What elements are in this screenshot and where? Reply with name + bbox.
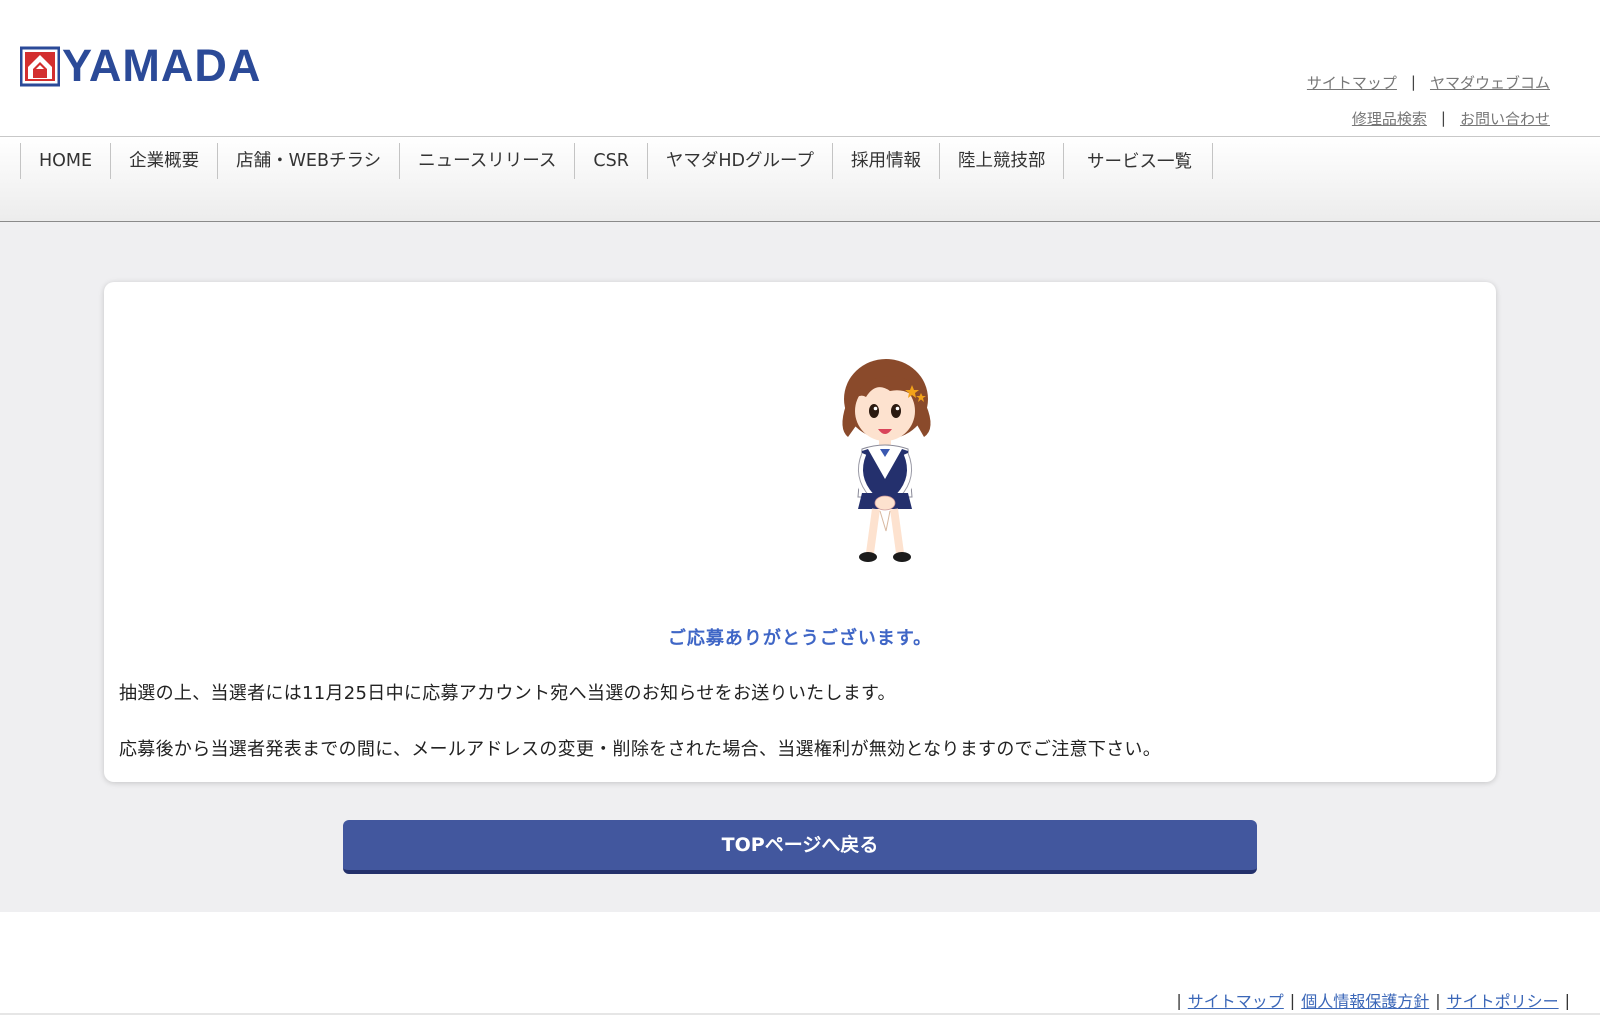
footer-site-policy-link[interactable]: サイトポリシー	[1447, 988, 1559, 1012]
nav-item-csr[interactable]: CSR	[574, 143, 647, 179]
repair-search-link[interactable]: 修理品検索	[1352, 108, 1427, 129]
separator: |	[1435, 990, 1441, 1010]
separator: |	[1564, 990, 1570, 1010]
global-nav: HOME 企業概要 店舗・WEBチラシ ニュースリリース CSR ヤマダHDグル…	[0, 136, 1600, 222]
sitemap-link[interactable]: サイトマップ	[1307, 72, 1397, 93]
nav-item-news-release[interactable]: ニュースリリース	[399, 143, 574, 179]
footer-privacy-policy-link[interactable]: 個人情報保護方針	[1301, 988, 1429, 1012]
nav-item-company[interactable]: 企業概要	[110, 143, 217, 179]
header-links: サイトマップ | ヤマダウェブコム 修理品検索 | お問い合わせ	[1307, 64, 1550, 136]
yamada-webcom-link[interactable]: ヤマダウェブコム	[1430, 72, 1550, 93]
footer-links: | サイトマップ | 個人情報保護方針 | サイトポリシー |	[1176, 988, 1570, 1012]
email-change-warning-text: 応募後から当選者発表までの間に、メールアドレスの変更・削除をされた場合、当選権利…	[119, 739, 1162, 760]
header-links-row-1: サイトマップ | ヤマダウェブコム	[1307, 64, 1550, 100]
site-header: YAMADA サイトマップ | ヤマダウェブコム 修理品検索 | お問い合わせ	[0, 0, 1600, 136]
yamada-house-icon	[20, 46, 60, 87]
nav-item-stores-flyers[interactable]: 店舗・WEBチラシ	[217, 143, 399, 179]
nav-item-athletics[interactable]: 陸上競技部	[938, 143, 1064, 179]
nav-items: HOME 企業概要 店舗・WEBチラシ ニュースリリース CSR ヤマダHDグル…	[20, 143, 1214, 179]
main-content: ご応募ありがとうございます。 抽選の上、当選者には11月25日中に応募アカウント…	[0, 222, 1600, 912]
mascot-girl-illustration	[842, 359, 931, 562]
back-to-top-button[interactable]: TOPページへ戻る	[343, 820, 1257, 874]
logo-text: YAMADA	[62, 40, 262, 91]
nav-item-hd-group[interactable]: ヤマダHDグループ	[646, 143, 832, 179]
lottery-notice-text: 抽選の上、当選者には11月25日中に応募アカウント宛へ当選のお知らせをお送りいた…	[119, 683, 896, 704]
nav-item-services-label: サービス一覧	[1086, 152, 1192, 172]
yamada-logo[interactable]: YAMADA	[20, 40, 262, 91]
thanks-card: ご応募ありがとうございます。 抽選の上、当選者には11月25日中に応募アカウント…	[104, 282, 1496, 782]
nav-item-services[interactable]: サービス一覧	[1063, 143, 1214, 179]
header-links-row-2: 修理品検索 | お問い合わせ	[1307, 100, 1550, 136]
contact-link[interactable]: お問い合わせ	[1460, 108, 1550, 129]
nav-item-home[interactable]: HOME	[20, 143, 110, 179]
separator: |	[1440, 109, 1446, 127]
site-footer: | サイトマップ | 個人情報保護方針 | サイトポリシー |	[0, 912, 1600, 1015]
nav-item-recruit[interactable]: 採用情報	[831, 143, 939, 179]
separator: |	[1410, 73, 1416, 91]
footer-sitemap-link[interactable]: サイトマップ	[1188, 988, 1284, 1012]
separator: |	[1289, 990, 1296, 1010]
thanks-heading: ご応募ありがとうございます。	[667, 628, 933, 649]
separator: |	[1176, 990, 1182, 1010]
